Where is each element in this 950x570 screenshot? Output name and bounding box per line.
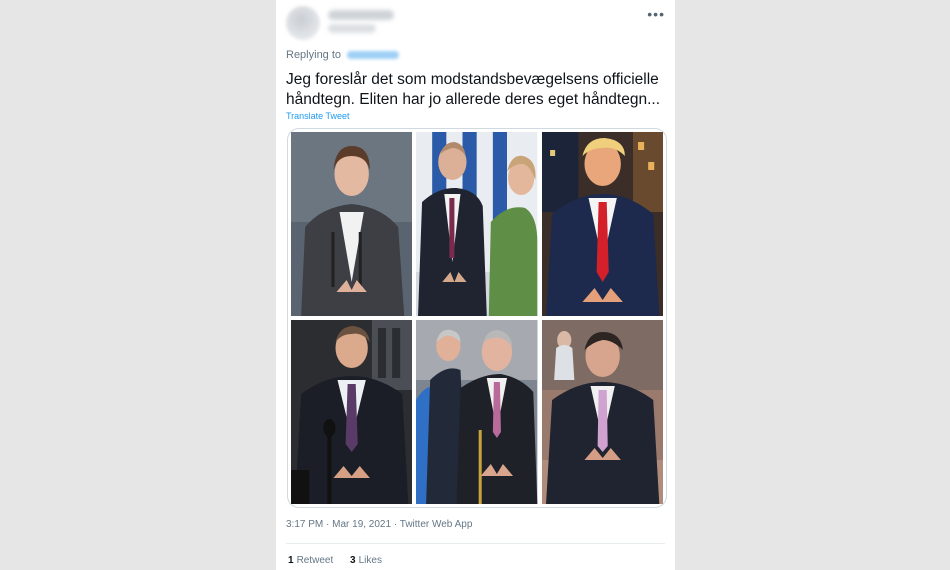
likes-label: Likes — [358, 555, 382, 566]
tweet-card: ••• Replying to Jeg foreslår det som mod… — [276, 0, 675, 570]
photo-man-outdoors[interactable] — [541, 320, 663, 504]
photo-group-men[interactable] — [416, 320, 538, 504]
photo-woman-podium[interactable] — [291, 132, 413, 316]
more-horizontal-icon: ••• — [647, 6, 665, 22]
more-options-button[interactable]: ••• — [647, 6, 665, 22]
photo-man-microphones[interactable] — [291, 320, 413, 504]
author-handle-redacted — [328, 24, 376, 33]
retweets-label: Retweet — [296, 555, 334, 566]
replying-label: Replying to — [286, 49, 342, 61]
photo-two-seated[interactable] — [416, 132, 538, 316]
translate-tweet-link[interactable]: Translate Tweet — [286, 111, 350, 121]
tweet-text: Jeg foreslår det som modstandsbevægelsen… — [286, 71, 660, 108]
photo-red-tie[interactable] — [541, 132, 663, 316]
replying-to: Replying to — [286, 49, 400, 61]
reply-handle-redacted[interactable] — [347, 51, 400, 60]
tweet-timestamp[interactable]: 3:17 PM · Mar 19, 2021 · Twitter Web App — [286, 519, 472, 530]
media-grid[interactable] — [287, 128, 667, 508]
likes-number: 3 — [350, 555, 356, 566]
tweet-stats: 1 Retweet 3 Likes — [288, 555, 396, 566]
retweets-number: 1 — [288, 555, 294, 566]
likes-count[interactable]: 3 Likes — [350, 555, 382, 566]
retweets-count[interactable]: 1 Retweet — [288, 555, 333, 566]
avatar[interactable] — [286, 6, 320, 40]
author-name-redacted[interactable] — [328, 10, 394, 20]
divider — [286, 543, 665, 544]
